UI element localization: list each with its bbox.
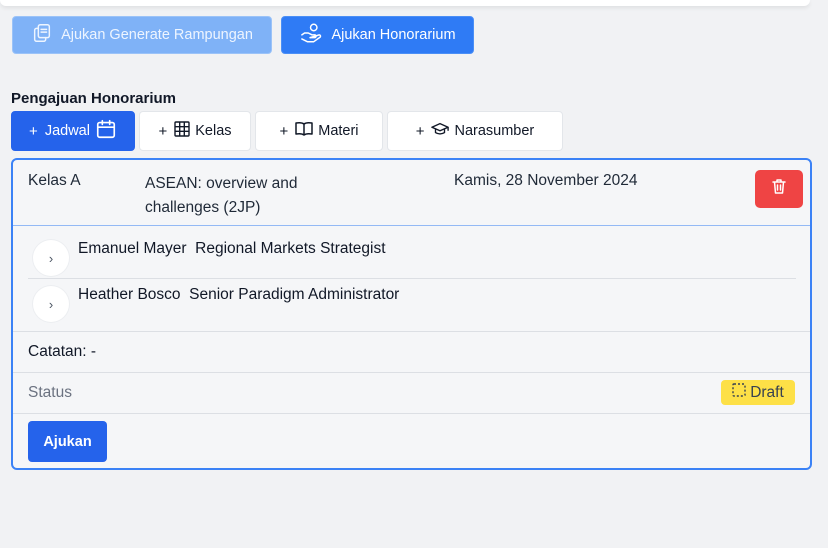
plus-icon: + (29, 122, 38, 140)
status-label: Status (28, 384, 72, 401)
honorarium-entry-card: Kelas A ASEAN: overview and challenges (… (11, 158, 812, 470)
entry-header: Kelas A ASEAN: overview and challenges (… (13, 160, 810, 226)
trash-icon (771, 178, 787, 200)
calendar-icon (95, 118, 117, 144)
status-badge: Draft (721, 380, 795, 405)
delete-button[interactable] (755, 170, 803, 208)
graduation-cap-icon (431, 122, 450, 140)
tab-narasumber[interactable]: + Narasumber (387, 111, 563, 151)
page-title: Pengajuan Honorarium (11, 90, 177, 107)
dashed-square-icon (732, 383, 746, 402)
plus-icon: + (158, 122, 168, 140)
plus-icon: + (279, 122, 289, 140)
chevron-right-icon[interactable]: › (33, 286, 69, 322)
narasumber-name: Emanuel Mayer Regional Markets Strategis… (78, 240, 386, 257)
table-icon (174, 121, 190, 141)
action-row: Ajukan (13, 413, 810, 468)
narasumber-name: Heather Bosco Senior Paradigm Administra… (78, 286, 400, 303)
status-row: Status Draft (13, 372, 810, 413)
plus-icon: + (415, 122, 425, 140)
generate-rampungan-label: Ajukan Generate Rampungan (61, 27, 253, 43)
tab-narasumber-label: Narasumber (454, 123, 535, 139)
tab-jadwal[interactable]: + Jadwal (11, 111, 135, 151)
entry-tanggal: Kamis, 28 November 2024 (454, 172, 638, 189)
book-icon (295, 121, 313, 141)
tab-kelas-label: Kelas (195, 123, 232, 139)
ajukan-honorarium-button[interactable]: Ajukan Honorarium (281, 16, 474, 54)
top-panel-edge (0, 0, 810, 6)
catatan-text: Catatan: - (28, 343, 97, 360)
status-badge-text: Draft (750, 383, 784, 401)
tab-materi-label: Materi (318, 123, 359, 139)
narasumber-row[interactable]: › Heather Bosco Senior Paradigm Administ… (28, 279, 796, 325)
ajukan-button[interactable]: Ajukan (28, 421, 107, 462)
entry-materi: ASEAN: overview and challenges (2JP) (145, 175, 298, 216)
catatan-row: Catatan: - (13, 331, 810, 372)
chevron-right-icon[interactable]: › (33, 240, 69, 276)
hand-coin-icon (299, 22, 323, 48)
generate-rampungan-button[interactable]: Ajukan Generate Rampungan (12, 16, 272, 54)
ajukan-honorarium-label: Ajukan Honorarium (331, 27, 456, 43)
tab-jadwal-label: Jadwal (44, 123, 90, 139)
narasumber-row[interactable]: › Emanuel Mayer Regional Markets Strateg… (28, 233, 796, 279)
entry-kelas: Kelas A (28, 172, 81, 189)
tab-materi[interactable]: + Materi (255, 111, 383, 151)
copy-icon (31, 22, 53, 48)
tab-kelas[interactable]: + Kelas (139, 111, 251, 151)
